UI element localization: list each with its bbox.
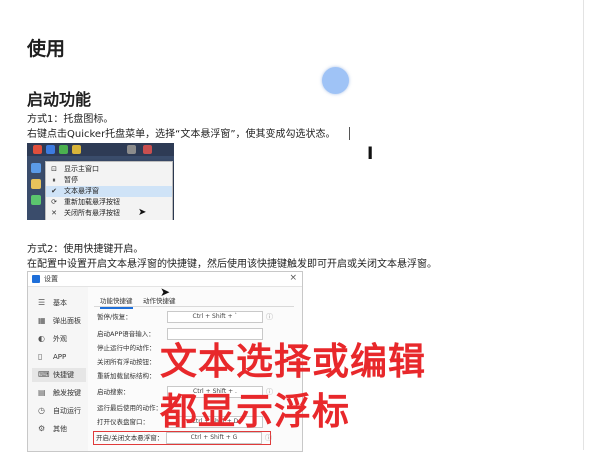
menu-item-pause[interactable]: ⏸ 暂停: [46, 175, 172, 186]
sidebar-item-autorun[interactable]: ◷ 自动运行: [32, 404, 86, 418]
mouse-pointer-icon: ➤: [138, 207, 147, 218]
shortcut-row-voice-input: 启动APP语音输入：: [95, 328, 295, 340]
settings-sidebar: ☰ 基本 ▦ 弹出面板 ◐ 外观 ▯ APP ⌨ 快捷键 ▤ 触发按键 ◷ 自动…: [28, 287, 88, 451]
sidebar-item-label: 自动运行: [53, 407, 81, 415]
sidebar-item-trigger-keys[interactable]: ▤ 触发按键: [32, 386, 86, 400]
sidebar-item-other[interactable]: ⚙ 其他: [32, 422, 86, 436]
sidebar-item-label: 外观: [53, 335, 67, 343]
method1-title: 方式1：托盘图标。: [27, 114, 114, 125]
close-icon: ✕: [51, 209, 57, 217]
sidebar-item-popup-panel[interactable]: ▦ 弹出面板: [32, 314, 86, 328]
clock-icon: ◷: [38, 406, 45, 415]
sidebar-item-label: 触发按键: [53, 389, 81, 397]
menu-item-show-main[interactable]: ⊡ 显示主窗口: [46, 164, 172, 175]
shortcut-input[interactable]: [167, 328, 263, 340]
tray-app-icon: [143, 145, 152, 154]
tray-app-icon: [31, 179, 41, 189]
overlay-caption-line2: 都显示浮标: [160, 390, 350, 433]
tray-app-icon: [72, 145, 81, 154]
tab-function-shortcuts[interactable]: 功能快捷键: [100, 295, 133, 309]
shortcut-label: 暂停/恢复：: [97, 313, 132, 321]
menu-item-label: 关闭所有悬浮按钮: [64, 209, 120, 217]
shortcut-label: 开启/关闭文本悬浮窗：: [96, 434, 164, 442]
shortcut-row-text-float-window: 开启/关闭文本悬浮窗： Ctrl + Shift + G ⓘ: [93, 431, 272, 445]
sidebar-item-label: 快捷键: [53, 371, 74, 379]
shortcut-label: 重新加载鼠标结构：: [97, 372, 156, 380]
shortcut-label: 启动APP语音输入：: [97, 330, 155, 338]
shortcut-input[interactable]: Ctrl + Shift + G: [166, 432, 262, 444]
method2-title: 方式2：使用快捷键开启。: [27, 244, 144, 255]
info-icon[interactable]: ⓘ: [266, 311, 273, 323]
sidebar-item-label: 基本: [53, 299, 67, 307]
method1-description[interactable]: 右键点击Quicker托盘菜单，选择“文本悬浮窗”，使其变成勾选状态。: [27, 128, 336, 141]
window-icon: ⊡: [51, 165, 57, 173]
mouse-pointer-icon: ➤: [160, 285, 171, 299]
tray-app-icon: [33, 145, 42, 154]
floating-marker-icon[interactable]: [322, 67, 349, 94]
sidebar-item-basic[interactable]: ☰ 基本: [32, 296, 86, 310]
shortcut-label: 运行最后使用的动作：: [97, 404, 162, 412]
sidebar-item-app[interactable]: ▯ APP: [32, 350, 86, 364]
page-heading: 使用: [27, 38, 66, 60]
tray-context-menu: ⊡ 显示主窗口 ⏸ 暂停 ✔ 文本悬浮窗 ⟳ 重新加载悬浮按钮 ✕ 关闭所有悬浮…: [45, 161, 173, 220]
trigger-icon: ▤: [38, 388, 46, 397]
phone-icon: ▯: [38, 352, 43, 361]
tray-app-icon: [59, 145, 68, 154]
tray-app-icon: [31, 163, 41, 173]
menu-item-label: 重新加载悬浮按钮: [64, 198, 120, 206]
settings-tabs: 功能快捷键 动作快捷键: [94, 294, 294, 309]
menu-item-reload-buttons[interactable]: ⟳ 重新加载悬浮按钮: [46, 197, 172, 208]
overlay-caption-line1: 文本选择或编辑: [160, 340, 426, 383]
sidebar-item-label: 弹出面板: [53, 317, 81, 325]
tray-app-icon: [127, 145, 136, 154]
text-caret: [349, 127, 350, 140]
appearance-icon: ◐: [38, 334, 45, 343]
keyboard-icon: ⌨: [38, 370, 50, 379]
sidebar-item-appearance[interactable]: ◐ 外观: [32, 332, 86, 346]
ibeam-cursor-icon: I: [367, 144, 374, 164]
quicker-logo-icon: [32, 275, 40, 283]
menu-item-label: 文本悬浮窗: [64, 187, 99, 195]
info-icon[interactable]: ⓘ: [265, 432, 272, 444]
menu-item-text-float-window[interactable]: ✔ 文本悬浮窗: [46, 186, 172, 197]
tray-menu-screenshot: ⊡ 显示主窗口 ⏸ 暂停 ✔ 文本悬浮窗 ⟳ 重新加载悬浮按钮 ✕ 关闭所有悬浮…: [27, 143, 174, 220]
menu-item-label: 显示主窗口: [64, 165, 99, 173]
section-heading: 启动功能: [27, 90, 92, 109]
checkmark-icon: ✔: [51, 187, 57, 195]
shortcut-label: 停止运行中的动作：: [97, 344, 156, 352]
tray-app-icon: [46, 145, 55, 154]
sidebar-item-shortcuts[interactable]: ⌨ 快捷键: [32, 368, 86, 382]
dialog-title: 设置: [44, 275, 58, 283]
close-icon[interactable]: ×: [289, 273, 297, 283]
shortcut-label: 打开仪表盘窗口：: [97, 418, 149, 426]
list-icon: ☰: [38, 298, 46, 307]
page-right-border: [583, 0, 584, 450]
shortcut-label: 启动搜索：: [97, 388, 130, 396]
method2-description: 在配置中设置开启文本悬浮窗的快捷键，然后使用该快捷键触发即可开启或关闭文本悬浮窗…: [27, 259, 437, 270]
sidebar-item-label: APP: [53, 353, 67, 361]
pause-icon: ⏸: [52, 176, 56, 184]
shortcut-label: 关闭所有浮动按钮：: [97, 358, 156, 366]
menu-item-label: 暂停: [64, 176, 78, 184]
shortcut-input[interactable]: Ctrl + Shift + `: [167, 311, 263, 323]
shortcut-row-pause: 暂停/恢复： Ctrl + Shift + ` ⓘ: [95, 311, 295, 323]
menu-item-close-buttons[interactable]: ✕ 关闭所有悬浮按钮: [46, 208, 172, 219]
tray-app-icon: [31, 195, 41, 205]
panel-icon: ▦: [38, 316, 46, 325]
sidebar-item-label: 其他: [53, 425, 67, 433]
gear-icon: ⚙: [38, 424, 46, 433]
reload-icon: ⟳: [51, 198, 57, 206]
